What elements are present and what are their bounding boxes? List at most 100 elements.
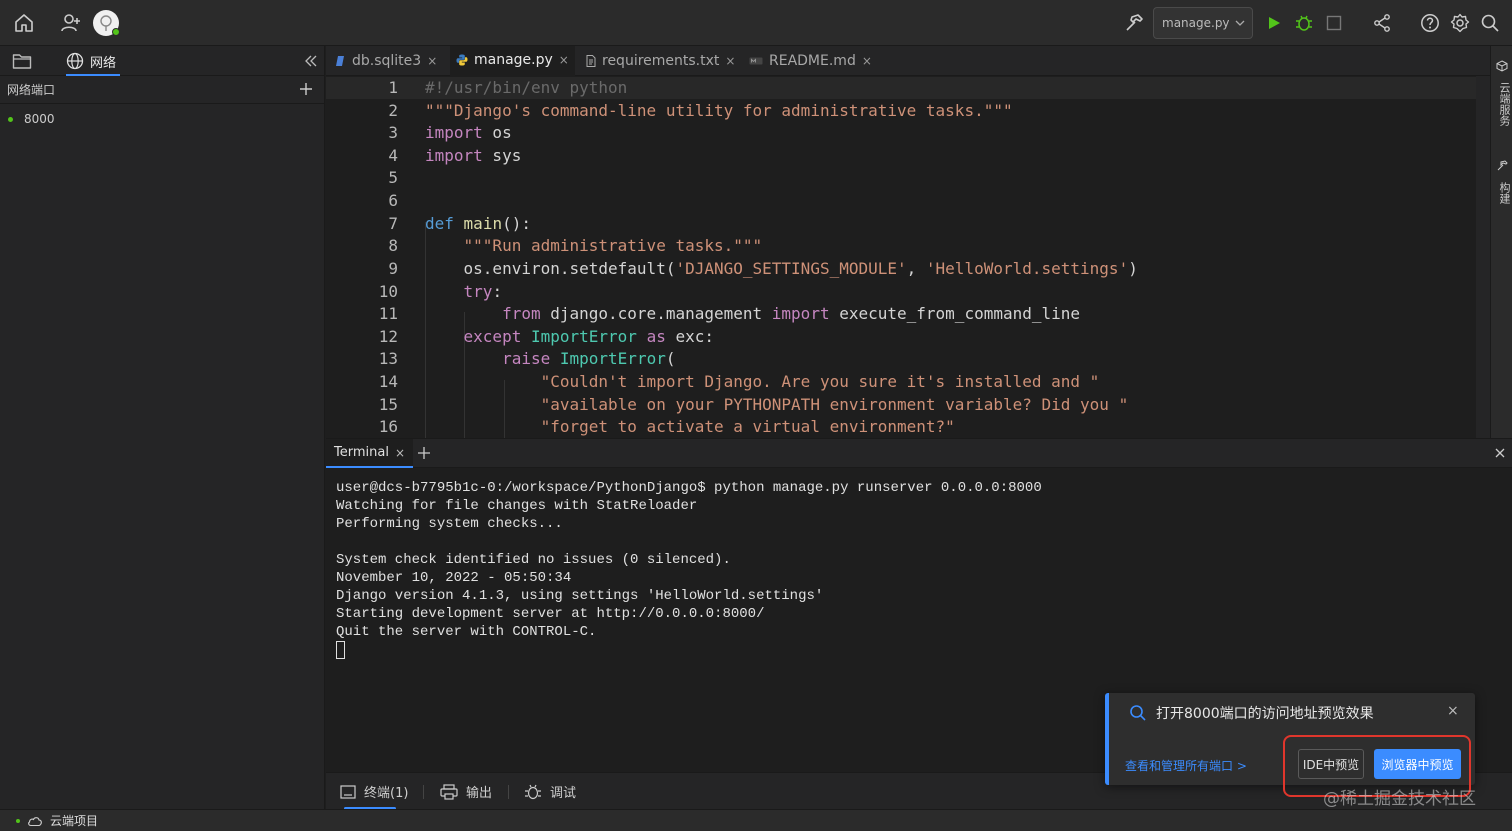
terminal-tab-label: Terminal xyxy=(334,445,389,460)
database-file-icon xyxy=(336,55,346,67)
add-user-icon[interactable] xyxy=(59,11,83,35)
chevron-down-icon xyxy=(1235,18,1245,28)
close-tab-icon[interactable]: × xyxy=(862,54,872,68)
tab-output[interactable]: 输出 xyxy=(440,773,492,810)
project-label[interactable]: 云端项目 xyxy=(50,812,98,829)
editor-tabs: db.sqlite3 × manage.py × requirements.tx… xyxy=(326,46,1490,76)
hammer-icon[interactable] xyxy=(1122,11,1146,35)
terminal-line: user@dcs-b7795b1c-0:/workspace/PythonDja… xyxy=(336,480,1042,496)
notification-message: 打开8000端口的访问地址预览效果 xyxy=(1156,706,1374,722)
rail-build[interactable]: 构建 xyxy=(1496,182,1512,204)
sidebar-tabs: 网络 xyxy=(0,46,325,76)
close-icon[interactable]: × xyxy=(1447,703,1459,719)
terminal-icon xyxy=(340,784,356,799)
terminal-cursor xyxy=(336,641,345,659)
collapse-sidebar-icon[interactable] xyxy=(304,54,318,68)
ports-section-header: 网络端口 xyxy=(0,76,325,104)
tab-label: 调试 xyxy=(550,786,577,801)
markdown-file-icon xyxy=(749,56,763,66)
code-line: 11 from django.core.management import ex… xyxy=(378,304,1081,323)
terminal-tabs: Terminal × xyxy=(326,438,1512,468)
close-tab-icon[interactable]: × xyxy=(395,446,405,460)
tab-readme-md[interactable]: README.md × xyxy=(743,46,878,76)
top-toolbar: manage.py xyxy=(0,0,1512,46)
close-tab-icon[interactable]: × xyxy=(559,53,569,67)
add-port-icon[interactable] xyxy=(299,82,313,96)
add-terminal-icon[interactable] xyxy=(417,446,431,460)
run-icon[interactable] xyxy=(1262,11,1286,35)
debug-icon[interactable] xyxy=(1292,11,1316,35)
online-status-dot xyxy=(112,28,120,36)
terminal-line: System check identified no issues (0 sil… xyxy=(336,552,731,568)
text-file-icon xyxy=(586,55,596,67)
tab-label: requirements.txt xyxy=(602,53,720,69)
cube-icon[interactable] xyxy=(1496,60,1508,72)
tab-label: 终端(1) xyxy=(364,786,409,801)
code-line: 9 os.environ.setdefault('DJANGO_SETTINGS… xyxy=(388,259,1138,278)
cloud-icon xyxy=(27,815,43,827)
divider xyxy=(423,785,424,799)
tab-terminal[interactable]: Terminal × xyxy=(326,439,414,468)
terminal-line: Starting development server at http://0.… xyxy=(336,606,765,622)
code-line: 1 #!/usr/bin/env python xyxy=(326,77,1490,99)
left-sidebar: 网络 网络端口 8000 xyxy=(0,46,325,809)
terminal-line: Quit the server with CONTROL-C. xyxy=(336,624,597,640)
help-icon[interactable] xyxy=(1418,11,1442,35)
tab-network[interactable]: 网络 xyxy=(66,46,120,76)
search-icon[interactable] xyxy=(1478,11,1502,35)
code-line: 6 xyxy=(388,191,398,210)
tab-label: README.md xyxy=(769,53,856,69)
code-line: 16 "forget to activate a virtual environ… xyxy=(378,417,955,436)
stop-icon[interactable] xyxy=(1322,11,1346,35)
terminal-line: November 10, 2022 - 05:50:34 xyxy=(336,570,572,586)
run-config-select[interactable]: manage.py xyxy=(1153,7,1253,39)
terminal-line: Django version 4.1.3, using settings 'He… xyxy=(336,588,824,604)
printer-icon xyxy=(440,783,458,800)
code-line: 4 import sys xyxy=(388,146,522,165)
terminal-line: Watching for file changes with StatReloa… xyxy=(336,498,698,514)
rail-cloud-service[interactable]: 云端服务 xyxy=(1496,82,1512,126)
search-icon xyxy=(1129,704,1147,722)
terminal-line: Performing system checks... xyxy=(336,516,563,532)
home-icon[interactable] xyxy=(12,11,36,35)
tab-label: db.sqlite3 xyxy=(352,53,422,69)
tab-label: 输出 xyxy=(466,786,493,801)
watermark: @稀土掘金技术社区 xyxy=(1323,789,1476,809)
folder-icon[interactable] xyxy=(12,52,32,70)
gear-icon[interactable] xyxy=(1448,11,1472,35)
code-editor[interactable]: 1 #!/usr/bin/env python 2 """Django's comm… xyxy=(326,76,1490,438)
editor-scrollbar[interactable] xyxy=(1476,76,1490,438)
tab-label: manage.py xyxy=(474,52,553,68)
status-dot xyxy=(16,818,20,823)
tab-debug[interactable]: 调试 xyxy=(524,773,576,810)
bug-icon xyxy=(524,783,542,801)
close-tab-icon[interactable]: × xyxy=(725,54,735,68)
run-config-label: manage.py xyxy=(1162,16,1230,30)
tab-db-sqlite3[interactable]: db.sqlite3 × xyxy=(330,46,443,76)
tab-terminal-panel[interactable]: 终端(1) xyxy=(340,773,408,810)
hammer-icon[interactable] xyxy=(1496,160,1508,172)
code-line: 10 try: xyxy=(378,282,503,301)
code-line: 2 """Django's command-line utility for ad… xyxy=(388,101,1013,120)
ports-header-label: 网络端口 xyxy=(7,83,56,97)
port-status-dot xyxy=(8,116,13,122)
code-line: 12 except ImportError as exc: xyxy=(378,327,715,346)
divider xyxy=(508,785,509,799)
tab-manage-py[interactable]: manage.py × xyxy=(450,46,575,76)
code-line: 15 "available on your PYTHONPATH environ… xyxy=(378,395,1129,414)
close-tab-icon[interactable]: × xyxy=(427,54,437,68)
close-panel-icon[interactable] xyxy=(1494,447,1506,459)
manage-ports-link[interactable]: 查看和管理所有端口 > xyxy=(1125,757,1247,774)
port-number: 8000 xyxy=(24,112,55,126)
status-bar: 云端项目 xyxy=(0,809,1512,831)
code-line: 14 "Couldn't import Django. Are you sure… xyxy=(378,372,1100,391)
code-line: 13 raise ImportError( xyxy=(378,349,676,368)
code-line: 8 """Run administrative tasks.""" xyxy=(388,236,763,255)
code-line: 5 xyxy=(388,168,398,187)
code-line: 7 def main(): xyxy=(388,214,531,233)
globe-icon xyxy=(66,52,84,70)
right-rail: 云端服务 构建 xyxy=(1490,46,1512,438)
tab-requirements-txt[interactable]: requirements.txt × xyxy=(580,46,741,76)
port-list-item[interactable]: 8000 xyxy=(0,108,325,130)
share-icon[interactable] xyxy=(1370,11,1394,35)
